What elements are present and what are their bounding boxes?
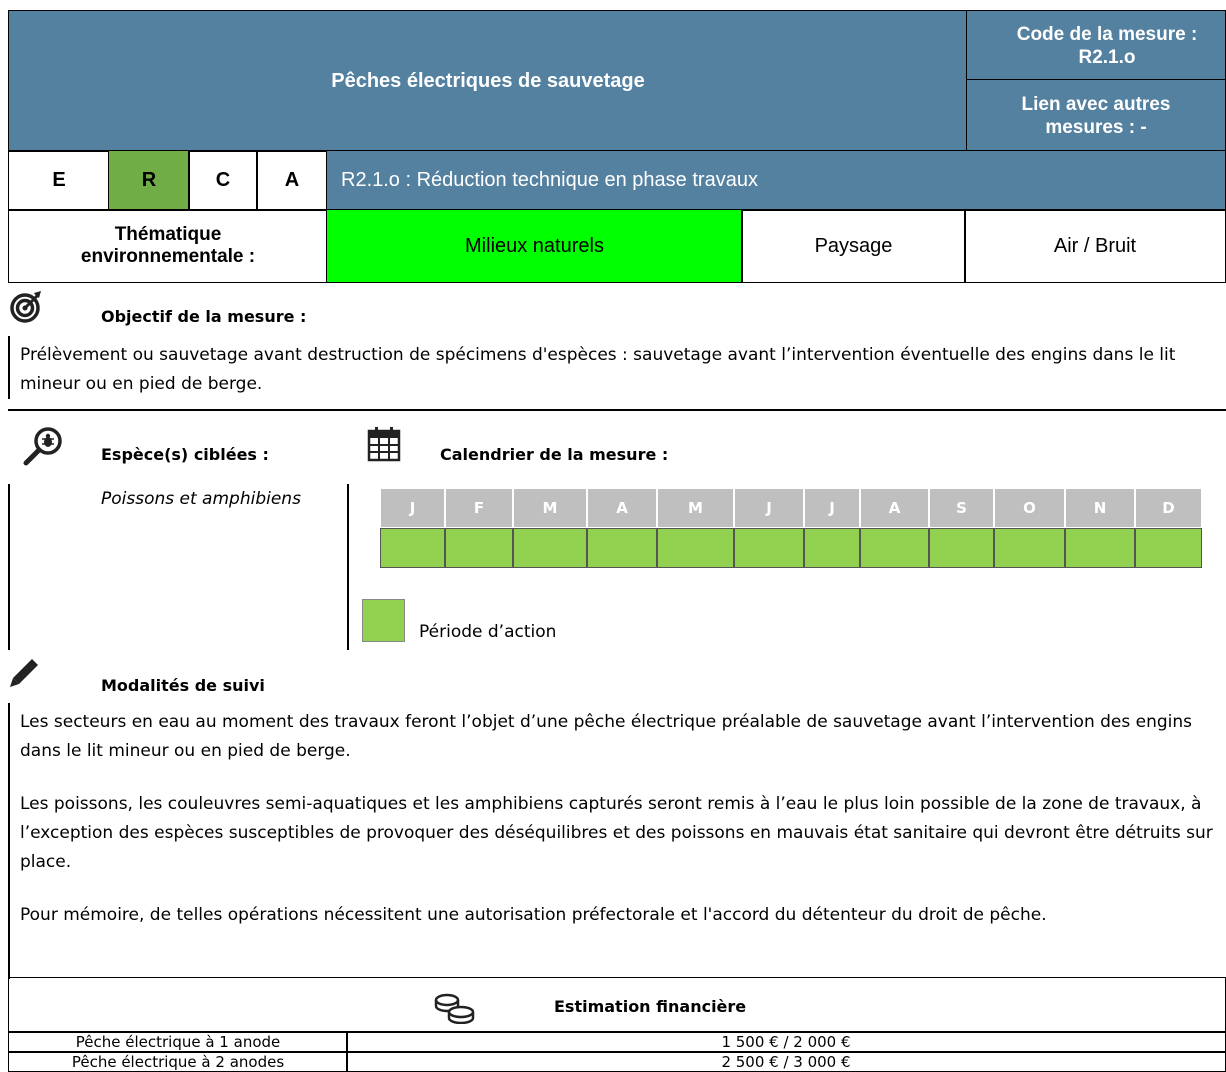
calendar-month-4: A [587, 488, 657, 528]
calendar-period-6 [734, 528, 804, 568]
thematique-label-cell: Thématique environnementale : [8, 209, 328, 283]
calendar-period-12 [1135, 528, 1202, 568]
calendar-period-5 [657, 528, 734, 568]
calendar-period-11 [1065, 528, 1135, 568]
calendrier-title: Calendrier de la mesure : [440, 445, 669, 464]
especes-title: Espèce(s) ciblées : [101, 445, 269, 464]
especes-left-rule [8, 484, 10, 650]
calendar-period-10 [994, 528, 1065, 568]
coins-icon [433, 992, 477, 1028]
objectif-bottom-rule [8, 409, 1226, 411]
calendar-month-10: O [994, 488, 1065, 528]
calendar-period-4 [587, 528, 657, 568]
calendar-period-9 [929, 528, 994, 568]
objectif-left-rule [8, 336, 10, 399]
calendar-period-8 [860, 528, 929, 568]
target-icon [10, 289, 44, 323]
measure-title: Pêches électriques de sauvetage [331, 69, 645, 92]
calendar-month-6: J [734, 488, 804, 528]
erca-c: C [188, 150, 258, 211]
measure-code: Code de la mesure : R2.1.o [1016, 23, 1198, 68]
legend-swatch [362, 599, 405, 642]
legend-label: Période d’action [419, 622, 557, 642]
calendar-month-11: N [1065, 488, 1135, 528]
calendar-month-5: M [657, 488, 734, 528]
modalites-paragraph-1: Les secteurs en eau au moment des travau… [20, 712, 1193, 761]
calendar-month-2: F [445, 488, 513, 528]
calendar-month-3: M [513, 488, 587, 528]
especes-calendar-divider [347, 484, 349, 650]
cost-value-2: 2 500 € / 3 000 € [346, 1051, 1226, 1072]
calendar-period-2 [445, 528, 513, 568]
modalites-title: Modalités de suivi [101, 676, 265, 695]
calendar-month-7: J [804, 488, 860, 528]
objectif-text: Prélèvement ou sauvetage avant destructi… [20, 345, 1176, 394]
modalites-paragraph-2: Les poissons, les couleuvres semi-aquati… [20, 794, 1213, 872]
calendar-period-7 [804, 528, 860, 568]
estimation-title: Estimation financière [554, 997, 747, 1016]
calendar-month-12: D [1135, 488, 1202, 528]
modalites-left-rule [8, 703, 10, 979]
calendar-period-3 [513, 528, 587, 568]
linked-measures: Lien avec autres mesures : - [1021, 93, 1171, 138]
linked-measures-cell: Lien avec autres mesures : - [966, 79, 1226, 152]
objectif-title: Objectif de la mesure : [101, 307, 307, 326]
calendar-table: JFMAMJJASOND [380, 488, 1202, 568]
thematique-label: Thématique environnementale : [80, 224, 256, 267]
cost-label-2: Pêche électrique à 2 anodes [8, 1051, 348, 1072]
theme-air-bruit: Air / Bruit [964, 209, 1226, 283]
calendar-icon [367, 426, 401, 462]
erca-e: E [8, 150, 110, 211]
calendar-period-1 [380, 528, 445, 568]
calendar-month-9: S [929, 488, 994, 528]
cost-value-1: 1 500 € / 2 000 € [346, 1031, 1226, 1053]
cost-label-1: Pêche électrique à 1 anode [8, 1031, 348, 1053]
theme-paysage: Paysage [741, 209, 966, 283]
magnifier-bug-icon [22, 425, 64, 467]
pencil-icon [8, 657, 40, 689]
calendar-month-1: J [380, 488, 445, 528]
erca-r-active: R [108, 150, 190, 211]
modalites-paragraph-3: Pour mémoire, de telles opérations néces… [20, 905, 1047, 925]
theme-milieux-naturels: Milieux naturels [326, 209, 743, 283]
erca-a: A [256, 150, 328, 211]
especes-text: Poissons et amphibiens [101, 489, 301, 509]
erca-description-cell: R2.1.o : Réduction technique en phase tr… [326, 150, 1226, 211]
erca-description: R2.1.o : Réduction technique en phase tr… [341, 169, 758, 191]
measure-code-cell: Code de la mesure : R2.1.o [966, 10, 1226, 81]
measure-title-cell: Pêches électriques de sauvetage [8, 10, 968, 152]
calendar-month-8: A [860, 488, 929, 528]
